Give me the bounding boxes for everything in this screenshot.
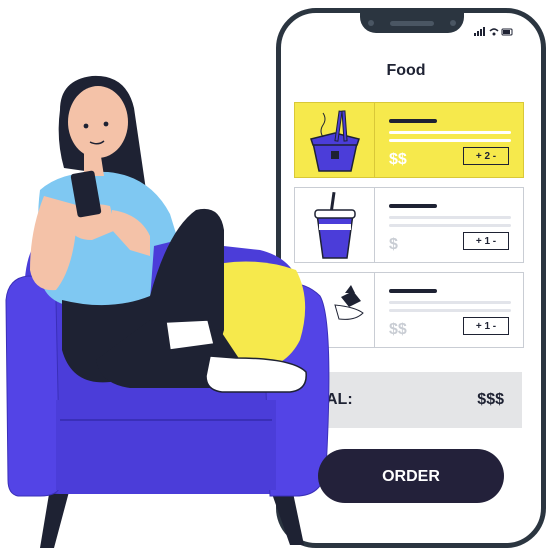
face (68, 86, 128, 158)
order-button[interactable]: ORDER (318, 449, 504, 503)
armchair-left-arm (5, 275, 61, 497)
sock (165, 319, 215, 351)
armchair-seat (56, 400, 276, 490)
eye (103, 121, 109, 127)
eye (83, 123, 89, 129)
chair-leg (40, 488, 70, 548)
chair-leg (270, 488, 304, 545)
